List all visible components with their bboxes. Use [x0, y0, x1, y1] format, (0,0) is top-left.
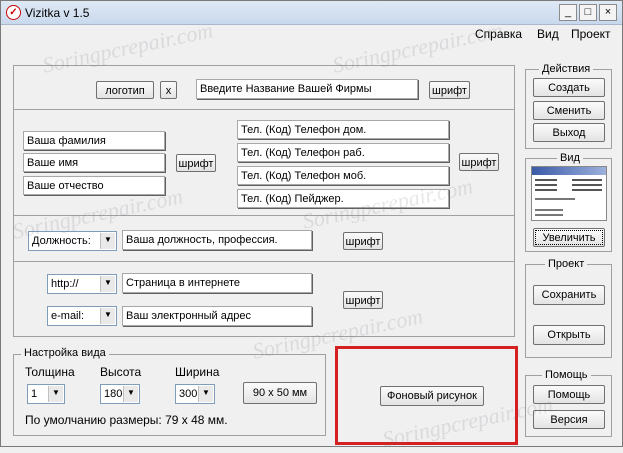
- change-button[interactable]: Сменить: [533, 101, 605, 120]
- email-select-value: e-mail:: [51, 310, 85, 322]
- size-preset-button[interactable]: 90 x 50 мм: [243, 382, 317, 404]
- exit-button[interactable]: Выход: [533, 123, 605, 142]
- url-protocol-value: http://: [51, 278, 79, 290]
- phones-font-button[interactable]: шрифт: [459, 153, 499, 171]
- version-button[interactable]: Версия: [533, 410, 605, 429]
- url-protocol-select[interactable]: http:// ▼: [47, 274, 117, 294]
- height-select[interactable]: 180 ▼: [100, 384, 140, 404]
- thumbnail-line: [572, 184, 602, 186]
- chevron-down-icon: ▼: [48, 386, 63, 402]
- email-field[interactable]: Ваш электронный адрес: [122, 306, 312, 326]
- chevron-down-icon: ▼: [100, 233, 115, 249]
- thickness-value: 1: [31, 388, 38, 400]
- width-value: 300: [179, 388, 198, 400]
- position-select[interactable]: Должность: ▼: [28, 231, 117, 251]
- maximize-button[interactable]: □: [579, 4, 597, 21]
- logo-button[interactable]: логотип: [96, 81, 154, 99]
- thumbnail-line: [535, 184, 557, 186]
- chevron-down-icon: ▼: [100, 276, 115, 292]
- thumbnail-header-stripe: [532, 167, 606, 175]
- default-size-text: По умолчанию размеры: 79 x 48 мм.: [25, 413, 228, 427]
- project-label: Проект: [545, 258, 588, 270]
- company-name-field[interactable]: Введите Название Вашей Фирмы: [196, 79, 418, 99]
- card-preview-thumbnail[interactable]: [531, 166, 607, 221]
- thumbnail-line: [535, 189, 557, 191]
- minimize-button[interactable]: _: [559, 4, 577, 21]
- phone-home-field[interactable]: Тел. (Код) Телефон дом.: [237, 120, 449, 139]
- chevron-down-icon: ▼: [100, 308, 115, 324]
- thumbnail-line: [572, 179, 602, 181]
- menu-project[interactable]: Проект: [571, 27, 611, 41]
- phone-mobile-field[interactable]: Тел. (Код) Телефон моб.: [237, 166, 449, 185]
- person-font-button[interactable]: шрифт: [176, 154, 216, 172]
- website-field[interactable]: Страница в интернете: [122, 273, 312, 293]
- thickness-label: Толщина: [25, 365, 75, 379]
- web-font-button[interactable]: шрифт: [343, 291, 383, 309]
- divider: [14, 215, 514, 216]
- position-field[interactable]: Ваша должность, профессия.: [122, 230, 312, 250]
- thumbnail-line: [535, 214, 563, 216]
- thumbnail-line: [572, 189, 602, 191]
- width-select[interactable]: 300 ▼: [175, 384, 215, 404]
- open-button[interactable]: Открыть: [533, 325, 605, 345]
- menu-help[interactable]: Справка: [475, 27, 522, 41]
- save-button[interactable]: Сохранить: [533, 285, 605, 305]
- thickness-select[interactable]: 1 ▼: [27, 384, 65, 404]
- background-image-button[interactable]: Фоновый рисунок: [380, 386, 484, 406]
- view-label: Вид: [557, 152, 583, 164]
- chevron-down-icon: ▼: [123, 386, 138, 402]
- actions-label: Действия: [539, 63, 594, 75]
- help-label: Помощь: [542, 369, 591, 381]
- view-settings-label: Настройка вида: [21, 347, 109, 359]
- remove-logo-button[interactable]: x: [160, 81, 177, 99]
- height-label: Высота: [100, 365, 142, 379]
- pager-field[interactable]: Тел. (Код) Пейджер.: [237, 189, 449, 208]
- enlarge-button[interactable]: Увеличить: [533, 228, 605, 247]
- create-button[interactable]: Создать: [533, 78, 605, 97]
- company-font-button[interactable]: шрифт: [429, 81, 470, 99]
- close-button[interactable]: ×: [599, 4, 617, 21]
- surname-field[interactable]: Ваша фамилия: [23, 131, 165, 150]
- position-select-value: Должность:: [32, 235, 91, 247]
- window-title: Vizitka v 1.5: [25, 6, 90, 20]
- help-button[interactable]: Помощь: [533, 385, 605, 404]
- phone-work-field[interactable]: Тел. (Код) Телефон раб.: [237, 143, 449, 162]
- name-field[interactable]: Ваше имя: [23, 153, 165, 172]
- width-label: Ширина: [175, 365, 220, 379]
- divider: [14, 109, 514, 110]
- thumbnail-line: [535, 198, 575, 200]
- menu-view[interactable]: Вид: [537, 27, 559, 41]
- title-bar: ✓ Vizitka v 1.5 _ □ ×: [1, 1, 622, 25]
- email-select[interactable]: e-mail: ▼: [47, 306, 117, 326]
- divider: [14, 261, 514, 262]
- app-window: ✓ Vizitka v 1.5 _ □ × Справка Вид Проект…: [0, 0, 623, 452]
- thumbnail-line: [535, 179, 557, 181]
- app-check-icon: ✓: [6, 5, 21, 20]
- position-font-button[interactable]: шрифт: [343, 232, 383, 250]
- chevron-down-icon: ▼: [198, 386, 213, 402]
- thumbnail-line: [535, 209, 563, 211]
- patronymic-field[interactable]: Ваше отчество: [23, 176, 165, 195]
- height-value: 180: [104, 388, 123, 400]
- menu-bar: Справка Вид Проект: [1, 27, 622, 45]
